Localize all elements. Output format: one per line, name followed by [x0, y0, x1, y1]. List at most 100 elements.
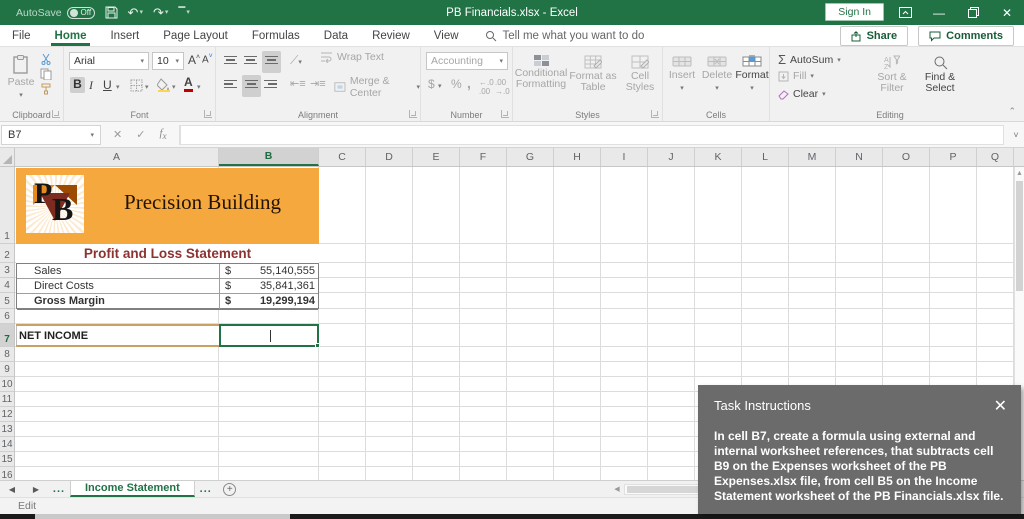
align-left-button[interactable]	[224, 77, 237, 95]
column-header-e[interactable]: E	[413, 148, 460, 166]
font-color-dropdown[interactable]: ▾	[197, 83, 201, 91]
format-cells-button[interactable]: Format ▾	[735, 49, 769, 94]
name-box[interactable]: B7 ▾	[1, 124, 101, 145]
underline-dropdown[interactable]: ▾	[116, 83, 120, 91]
underline-button[interactable]: U	[103, 78, 112, 92]
decrease-indent-button[interactable]: ⇤≡	[290, 77, 306, 90]
column-header-k[interactable]: K	[695, 148, 742, 166]
font-dialog-launcher[interactable]	[204, 110, 212, 118]
task-panel-close-icon[interactable]: ✕	[994, 396, 1007, 416]
new-sheet-button[interactable]: +	[217, 481, 243, 497]
increase-indent-button[interactable]: ⇥≡	[310, 77, 326, 90]
column-header-o[interactable]: O	[883, 148, 930, 166]
row-header-10[interactable]: 10	[0, 377, 14, 392]
vertical-scroll-thumb[interactable]	[1016, 181, 1023, 291]
fill-button[interactable]: Fill ▾	[778, 70, 814, 82]
number-format-combo[interactable]: Accounting ▾	[426, 52, 508, 70]
column-header-m[interactable]: M	[789, 148, 836, 166]
top-align-button[interactable]	[224, 53, 237, 71]
sheet-tab-income-statement[interactable]: Income Statement	[70, 481, 195, 497]
formula-input[interactable]	[179, 124, 1004, 145]
align-center-button[interactable]	[242, 75, 261, 97]
column-header-n[interactable]: N	[836, 148, 883, 166]
row-header-9[interactable]: 9	[0, 362, 14, 377]
tab-view[interactable]: View	[422, 25, 471, 46]
row-header-11[interactable]: 11	[0, 392, 14, 407]
row-header-5[interactable]: 5	[0, 293, 14, 309]
cell-styles-button[interactable]: Cell Styles	[619, 49, 661, 93]
row-header-3[interactable]: 3	[0, 263, 14, 278]
font-name-combo[interactable]: Arial ▾	[69, 52, 149, 70]
column-header-c[interactable]: C	[319, 148, 366, 166]
column-header-d[interactable]: D	[366, 148, 413, 166]
percent-style-button[interactable]: %	[451, 77, 462, 91]
row-header-13[interactable]: 13	[0, 422, 14, 437]
decrease-font-size-button[interactable]: A˅	[202, 53, 213, 65]
autosave-toggle[interactable]: AutoSave Off	[16, 6, 95, 19]
number-dialog-launcher[interactable]	[501, 110, 509, 118]
ribbon-display-options-button[interactable]	[888, 0, 922, 25]
column-header-h[interactable]: H	[554, 148, 601, 166]
find-select-button[interactable]: Find & Select	[918, 49, 962, 94]
table-row-gross-margin[interactable]: Gross Margin $ 19,299,194	[17, 294, 318, 310]
borders-button[interactable]	[130, 79, 143, 92]
row-header-4[interactable]: 4	[0, 278, 14, 293]
scroll-left-icon[interactable]: ◀	[610, 485, 624, 493]
autosave-switch-icon[interactable]: Off	[66, 6, 95, 19]
row-header-14[interactable]: 14	[0, 437, 14, 452]
column-header-i[interactable]: I	[601, 148, 648, 166]
increase-font-size-button[interactable]: A˄	[188, 53, 200, 67]
delete-cells-button[interactable]: Delete ▾	[700, 49, 734, 94]
tab-formulas[interactable]: Formulas	[240, 25, 312, 46]
format-as-table-button[interactable]: Format as Table	[569, 49, 617, 93]
font-color-button[interactable]: A	[184, 76, 193, 92]
row-header-7[interactable]: 7	[0, 324, 14, 347]
accounting-format-button[interactable]: $ ▾	[428, 77, 442, 91]
row-header-1[interactable]: 1	[0, 167, 14, 244]
column-header-q[interactable]: Q	[977, 148, 1014, 166]
paste-button[interactable]: Paste ▾	[4, 49, 38, 101]
insert-cells-button[interactable]: Insert ▾	[665, 49, 699, 94]
column-header-g[interactable]: G	[507, 148, 554, 166]
tab-home[interactable]: Home	[43, 25, 99, 46]
redo-button[interactable]: ↷ ▾	[153, 6, 168, 19]
row-header-6[interactable]: 6	[0, 309, 14, 324]
sheet-nav-left-icon[interactable]: ◀	[0, 481, 24, 497]
row-header-8[interactable]: 8	[0, 347, 14, 362]
table-row-direct-costs[interactable]: Direct Costs $ 35,841,361	[17, 279, 318, 294]
sheet-nav-right-icon[interactable]: ▶	[24, 481, 48, 497]
bold-button[interactable]: B	[70, 77, 85, 93]
alignment-dialog-launcher[interactable]	[409, 110, 417, 118]
merge-center-button[interactable]: Merge & Center ▾	[334, 75, 420, 99]
column-header-l[interactable]: L	[742, 148, 789, 166]
fill-color-dropdown[interactable]: ▾	[172, 83, 176, 91]
enter-button[interactable]: ✓	[136, 128, 145, 141]
tell-me-box[interactable]: Tell me what you want to do	[471, 25, 644, 46]
decrease-decimal-button[interactable]: .00 →.0	[495, 78, 510, 96]
scroll-up-icon[interactable]: ▲	[1015, 167, 1024, 179]
tab-file[interactable]: File	[0, 25, 43, 46]
clipboard-dialog-launcher[interactable]	[52, 110, 60, 118]
orientation-button[interactable]: ⟋▾	[290, 53, 302, 68]
format-painter-button[interactable]	[40, 83, 52, 95]
copy-button[interactable]	[40, 68, 52, 80]
bottom-align-button[interactable]	[262, 51, 281, 73]
share-button[interactable]: Share	[839, 26, 909, 46]
styles-dialog-launcher[interactable]	[651, 110, 659, 118]
row-header-12[interactable]: 12	[0, 407, 14, 422]
tab-data[interactable]: Data	[312, 25, 360, 46]
italic-button[interactable]: I	[89, 78, 93, 93]
column-header-b[interactable]: B	[219, 148, 319, 166]
fill-handle[interactable]	[315, 343, 320, 348]
font-size-combo[interactable]: 10 ▾	[152, 52, 184, 70]
borders-dropdown[interactable]: ▾	[145, 83, 149, 91]
column-header-p[interactable]: P	[930, 148, 977, 166]
sheet-overflow-right[interactable]: ...	[195, 481, 217, 497]
sign-in-button[interactable]: Sign In	[825, 3, 884, 21]
minimize-button[interactable]: —	[922, 0, 956, 25]
row-header-15[interactable]: 15	[0, 452, 14, 467]
active-cell-b7[interactable]	[219, 324, 320, 348]
conditional-formatting-button[interactable]: Conditional Formatting	[515, 49, 567, 90]
cancel-button[interactable]: ✕	[113, 128, 122, 141]
maximize-button[interactable]	[956, 0, 990, 25]
